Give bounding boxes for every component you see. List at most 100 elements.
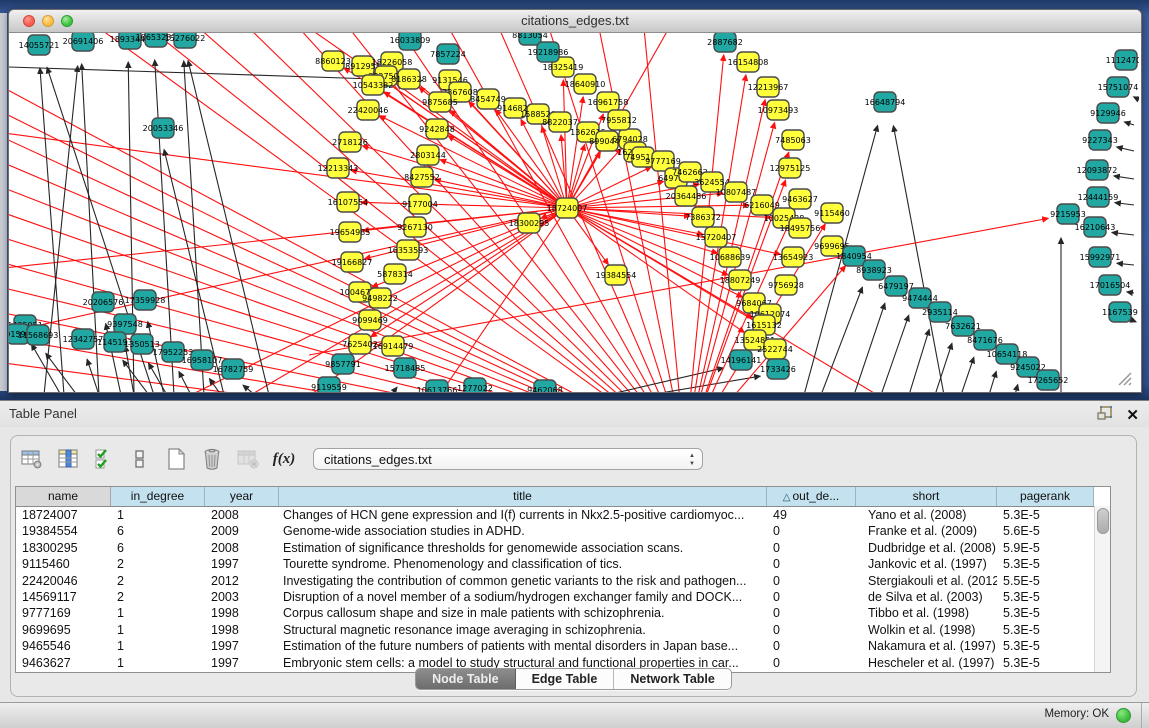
select-column-button[interactable]: [55, 446, 81, 472]
graph-node[interactable]: 14055721: [19, 35, 60, 55]
graph-node[interactable]: 20053346: [143, 118, 184, 138]
network-edge: [391, 387, 397, 392]
graph-node[interactable]: 9215953: [1050, 204, 1086, 224]
graph-node[interactable]: 12444159: [1078, 187, 1119, 207]
graph-node[interactable]: 9227343: [1082, 130, 1118, 150]
table-row[interactable]: 969969511998Structural magnetic resonanc…: [16, 622, 1110, 638]
graph-node[interactable]: 15992971: [1080, 247, 1121, 267]
column-header-out_de[interactable]: △out_de...: [767, 487, 856, 506]
graph-node[interactable]: 12213343: [318, 158, 359, 178]
column-header-pagerank[interactable]: pagerank: [997, 487, 1094, 506]
graph-node[interactable]: 2887682: [707, 33, 743, 52]
float-window-icon[interactable]: [1096, 405, 1114, 426]
table-row[interactable]: 946554611997Estimation of the future num…: [16, 638, 1110, 654]
memory-ok-indicator: [1116, 708, 1131, 723]
graph-node[interactable]: 12093872: [1077, 160, 1118, 180]
column-header-name[interactable]: name: [16, 487, 111, 506]
graph-node[interactable]: 16107554: [328, 192, 369, 212]
table-cell: Estimation of significance thresholds fo…: [279, 540, 767, 556]
network-window-title: citations_edges.txt: [9, 13, 1141, 28]
delete-rows-button[interactable]: [199, 446, 225, 472]
graph-node[interactable]: 10973493: [758, 100, 799, 120]
table-row[interactable]: 1938455462009Genome-wide association stu…: [16, 523, 1110, 539]
table-row[interactable]: 1456911722003Disruption of a novel membe…: [16, 589, 1110, 605]
graph-node[interactable]: 14196141: [721, 350, 762, 370]
table-cell: 5.3E-5: [997, 605, 1094, 621]
graph-node[interactable]: 9756928: [768, 275, 804, 295]
table-cell: Estimation of the future numbers of pati…: [279, 638, 767, 654]
graph-node[interactable]: 16648794: [865, 92, 906, 112]
graph-node[interactable]: 9463627: [782, 189, 818, 209]
graph-node[interactable]: 18300295: [509, 213, 550, 233]
graph-node[interactable]: 13654923: [773, 247, 814, 267]
graph-node[interactable]: 20691406: [63, 33, 104, 51]
network-canvas[interactable]: 8860123891295518226058982750881863289131…: [9, 33, 1139, 392]
table-row[interactable]: 1872400712008Changes of HCN gene express…: [16, 507, 1110, 523]
graph-node[interactable]: 9397548: [107, 314, 143, 334]
column-header-short[interactable]: short: [856, 487, 997, 506]
graph-node[interactable]: 15720407: [696, 227, 737, 247]
column-header-in_degree[interactable]: in_degree: [111, 487, 205, 506]
table-cell: Franke et al. (2009): [856, 523, 997, 539]
graph-node[interactable]: 12975125: [770, 158, 811, 178]
table-row[interactable]: 1830029562008Estimation of significance …: [16, 540, 1110, 556]
citation-edge: [362, 146, 567, 208]
delete-table-button[interactable]: [235, 446, 261, 472]
new-table-button[interactable]: [163, 446, 189, 472]
table-settings-button[interactable]: [19, 446, 45, 472]
table-row[interactable]: 911546021997Tourette syndrome. Phenomeno…: [16, 556, 1110, 572]
select-rows-button[interactable]: [91, 446, 117, 472]
graph-node[interactable]: 16353593: [388, 240, 429, 260]
table-selector-dropdown[interactable]: citations_edges.txt ▲▼: [313, 448, 703, 470]
scrollbar-thumb[interactable]: [1097, 508, 1109, 534]
tab-edge-table[interactable]: Edge Table: [516, 669, 615, 689]
graph-node[interactable]: 9119559: [311, 377, 347, 392]
svg-text:9857791: 9857791: [325, 360, 361, 369]
graph-node[interactable]: 9857791: [325, 354, 361, 374]
graph-node[interactable]: 1733426: [760, 359, 796, 379]
graph-node[interactable]: 9267130: [397, 217, 433, 237]
merge-cells-button[interactable]: [127, 446, 153, 472]
tab-network-table[interactable]: Network Table: [614, 669, 731, 689]
graph-node[interactable]: 7386372: [685, 207, 721, 227]
graph-node[interactable]: 1277022: [457, 378, 493, 392]
function-builder-button[interactable]: f(x): [271, 446, 297, 472]
graph-node[interactable]: 15718485: [385, 358, 426, 378]
table-row[interactable]: 977716911998Corpus callosum shape and si…: [16, 605, 1110, 621]
table-cell: 5.3E-5: [997, 622, 1094, 638]
graph-node[interactable]: 7485063: [775, 130, 811, 150]
graph-node[interactable]: 17359928: [125, 290, 166, 310]
graph-node[interactable]: 19654985: [330, 222, 371, 242]
graph-node[interactable]: 16210643: [1075, 217, 1116, 237]
network-window-titlebar[interactable]: citations_edges.txt: [9, 10, 1141, 33]
dropdown-stepper-icon: ▲▼: [689, 452, 695, 468]
graph-node[interactable]: 16154808: [728, 52, 769, 72]
graph-node[interactable]: 16914479: [373, 336, 414, 356]
column-header-year[interactable]: year: [205, 487, 279, 506]
svg-text:19654985: 19654985: [330, 228, 371, 237]
graph-node[interactable]: 7955812: [601, 110, 637, 130]
graph-node[interactable]: 16961758: [588, 92, 629, 112]
graph-node[interactable]: 19166827: [332, 252, 373, 272]
graph-node[interactable]: 17016504: [1090, 275, 1131, 295]
graph-node[interactable]: 5878314: [377, 264, 413, 284]
graph-node[interactable]: 9115460: [814, 203, 850, 223]
close-panel-icon[interactable]: ✕: [1126, 407, 1139, 425]
graph-node[interactable]: 9462068: [527, 380, 563, 392]
table-scrollbar[interactable]: [1094, 506, 1110, 672]
graph-node[interactable]: 1167539: [1102, 302, 1138, 322]
svg-text:13654923: 13654923: [773, 253, 814, 262]
table-row[interactable]: 2242004622012Investigating the contribut…: [16, 573, 1110, 589]
svg-text:5878314: 5878314: [377, 270, 413, 279]
column-header-title[interactable]: title: [279, 487, 767, 506]
graph-node[interactable]: 9129946: [1090, 103, 1126, 123]
graph-node[interactable]: 7857224: [430, 44, 466, 64]
svg-text:10973493: 10973493: [758, 106, 799, 115]
tab-node-table[interactable]: Node Table: [416, 669, 515, 689]
graph-node[interactable]: 16033809: [390, 33, 431, 50]
table-panel-title: Table Panel: [9, 406, 77, 421]
graph-node[interactable]: 15751074: [1098, 77, 1139, 97]
graph-node[interactable]: 11124703: [1106, 50, 1139, 70]
graph-node[interactable]: 10613766: [417, 380, 458, 392]
graph-node[interactable]: 12213967: [748, 77, 789, 97]
